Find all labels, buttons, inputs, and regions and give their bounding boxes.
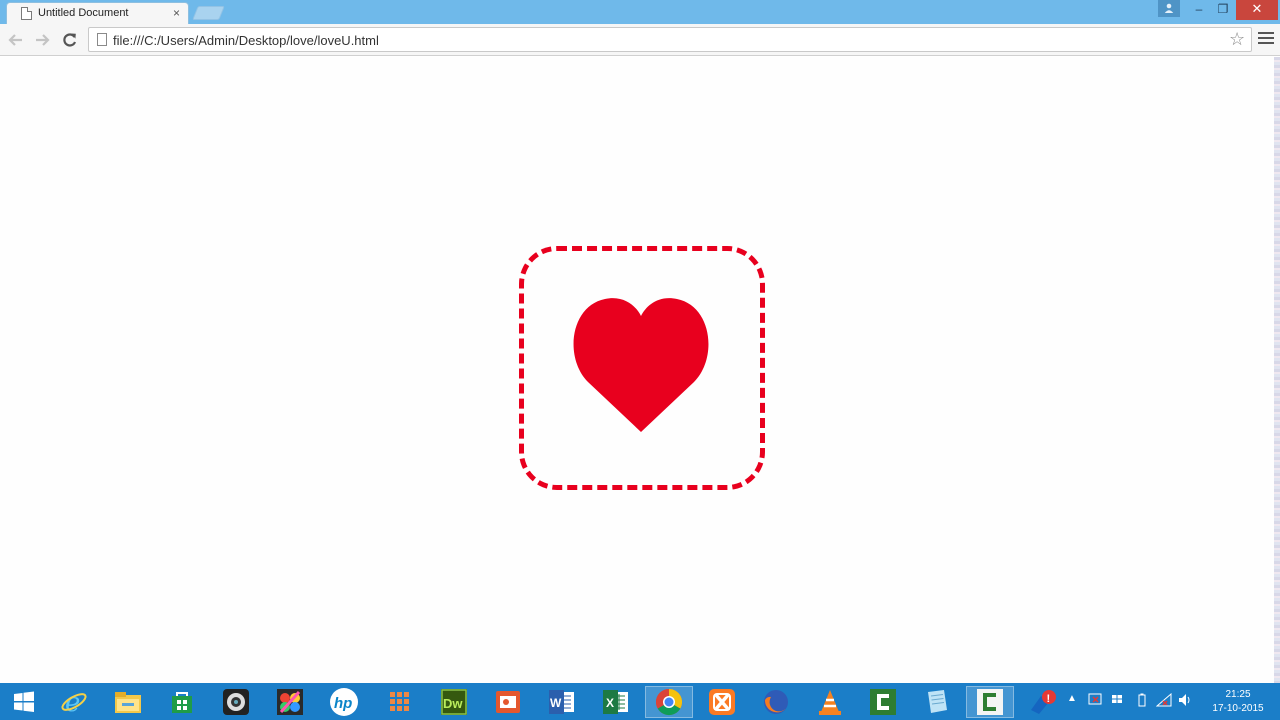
browser-tab[interactable]: Untitled Document ×	[6, 2, 189, 24]
dreamweaver-icon[interactable]: Dw	[430, 686, 478, 718]
tray-wifi-icon[interactable]	[1155, 692, 1172, 710]
camtasia-icon[interactable]	[859, 686, 907, 718]
forward-button[interactable]	[31, 30, 53, 50]
presentation-app-icon[interactable]	[484, 686, 532, 718]
browser-toolbar: file:///C:/Users/Admin/Desktop/love/love…	[0, 24, 1280, 56]
scrollbar[interactable]	[1274, 57, 1280, 683]
security-alert-icon[interactable]: !	[1018, 686, 1066, 718]
windows-start-icon[interactable]	[0, 686, 48, 718]
svg-text:e: e	[65, 688, 80, 716]
url-text[interactable]: file:///C:/Users/Admin/Desktop/love/love…	[113, 33, 379, 48]
reload-icon	[63, 33, 77, 47]
svg-text:W: W	[550, 696, 562, 710]
tray-network-off-icon[interactable]	[1088, 693, 1102, 708]
taskbar-clock[interactable]: 21:25 17-10-2015	[1208, 688, 1268, 716]
svg-text:!: !	[1047, 693, 1051, 705]
new-tab-button[interactable]	[192, 6, 225, 20]
tray-windows-icon[interactable]	[1111, 693, 1123, 708]
svg-text:Dw: Dw	[443, 696, 463, 711]
close-window-button[interactable]: ✕	[1236, 0, 1278, 20]
user-profile-button[interactable]	[1158, 0, 1180, 17]
hp-icon[interactable]: hp	[320, 686, 368, 718]
title-bar: Untitled Document × – ❐ ✕	[0, 0, 1280, 24]
tray-volume-icon[interactable]	[1178, 693, 1192, 710]
windows-taskbar: e hp Dw W X ! ▲ 21:25 17-10-2015	[0, 683, 1280, 720]
maximize-button[interactable]: ❐	[1212, 0, 1234, 20]
bookmark-star-icon[interactable]: ☆	[1229, 29, 1245, 49]
internet-explorer-icon[interactable]: e	[50, 686, 98, 718]
word-icon[interactable]: W	[538, 686, 586, 718]
forward-arrow-icon	[36, 34, 50, 46]
clock-date: 17-10-2015	[1212, 703, 1264, 714]
svg-text:X: X	[606, 696, 614, 710]
xampp-icon[interactable]	[698, 686, 746, 718]
clock-time: 21:25	[1225, 689, 1251, 700]
tab-title: Untitled Document	[38, 7, 129, 19]
excel-icon[interactable]: X	[592, 686, 640, 718]
tray-battery-icon[interactable]	[1137, 693, 1147, 710]
address-bar[interactable]: file:///C:/Users/Admin/Desktop/love/love…	[88, 27, 1252, 52]
back-arrow-icon	[8, 34, 22, 46]
camera-icon[interactable]	[212, 686, 260, 718]
minimize-button[interactable]: –	[1188, 0, 1210, 20]
chrome-icon[interactable]	[645, 686, 693, 718]
file-explorer-icon[interactable]	[104, 686, 152, 718]
tab-close-icon[interactable]: ×	[173, 6, 180, 20]
heart-icon	[573, 298, 709, 432]
user-icon	[1164, 3, 1174, 13]
notepad-icon[interactable]	[913, 686, 961, 718]
store-icon[interactable]	[158, 686, 206, 718]
svg-text:hp: hp	[334, 695, 352, 712]
page-icon	[97, 33, 107, 46]
reload-button[interactable]	[59, 30, 81, 50]
camtasia-recorder-icon[interactable]	[966, 686, 1014, 718]
browser-menu-icon[interactable]	[1258, 32, 1274, 46]
firefox-icon[interactable]	[752, 686, 800, 718]
back-button[interactable]	[5, 30, 27, 50]
vlc-icon[interactable]	[806, 686, 854, 718]
apps-grid-icon[interactable]	[376, 686, 424, 718]
paint-app-icon[interactable]	[266, 686, 314, 718]
tray-expand-icon[interactable]: ▲	[1067, 693, 1077, 704]
document-icon	[21, 7, 32, 20]
